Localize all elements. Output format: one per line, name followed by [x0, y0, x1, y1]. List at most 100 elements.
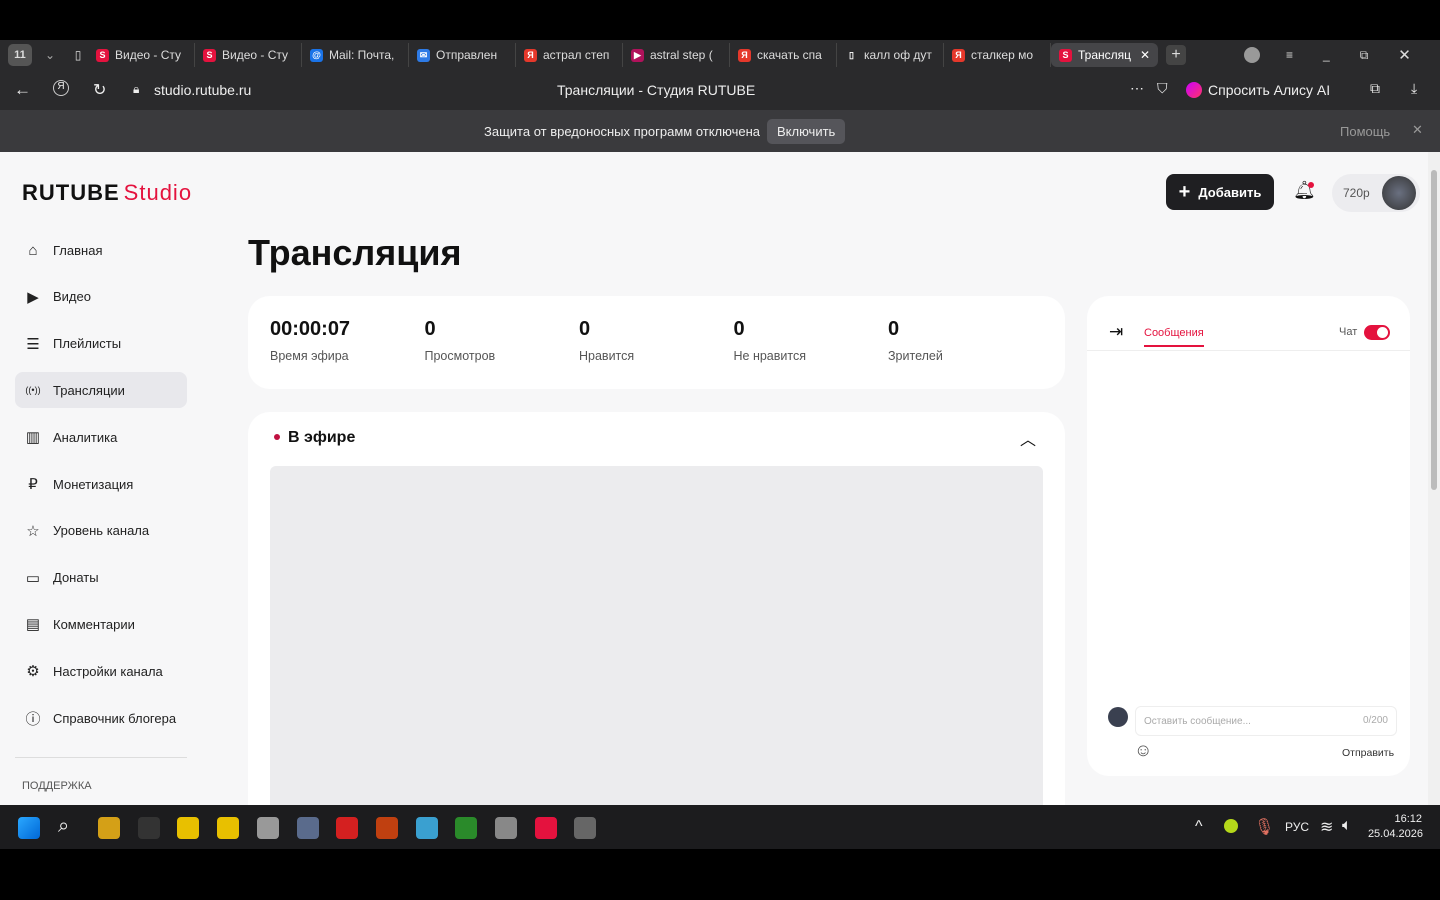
start-icon[interactable]	[18, 817, 40, 839]
clock-time[interactable]: 16:12	[1394, 813, 1422, 825]
sidebar-item-home[interactable]: ⌂ Главная	[15, 232, 187, 268]
tray-app-icon[interactable]	[1224, 819, 1238, 833]
collapse-chat-icon[interactable]: ⇥	[1109, 322, 1123, 342]
sidebar-item-broadcast[interactable]: ((•)) Трансляции	[15, 372, 187, 409]
chat-message-input[interactable]: Оставить сообщение... 0/200	[1135, 706, 1397, 736]
sidebar-item-label: Уровень канала	[53, 523, 150, 539]
yandex-icon[interactable]: Я	[53, 80, 69, 96]
scrollbar[interactable]	[1428, 152, 1440, 805]
emoji-icon[interactable]: ☺	[1134, 740, 1152, 761]
taskbar-app-icon[interactable]	[98, 817, 120, 839]
document-icon[interactable]: ▯	[68, 48, 88, 62]
new-tab-button[interactable]: +	[1166, 45, 1186, 65]
taskbar-app-icon[interactable]	[137, 817, 160, 839]
notification-dot	[1308, 182, 1314, 188]
tab-7[interactable]: ▯ калл оф дут	[837, 43, 944, 67]
close-tab-icon[interactable]: ✕	[1140, 48, 1150, 62]
minimize-icon[interactable]: _	[1323, 48, 1330, 62]
wallet-icon: ▭	[25, 569, 41, 587]
rutube-studio-logo[interactable]: RUTUBE Studio	[22, 180, 192, 206]
back-icon[interactable]: ←	[14, 80, 31, 100]
alice-button[interactable]: Спросить Алису AI	[1186, 78, 1330, 102]
tab-3[interactable]: ✉ Отправлен	[409, 43, 516, 67]
taskbar-app-icon[interactable]	[296, 817, 319, 839]
profile-icon[interactable]	[1244, 47, 1260, 63]
wifi-icon[interactable]: ≋	[1320, 817, 1333, 837]
sidebar-item-label: Видео	[53, 289, 91, 305]
tab-6[interactable]: Яскачать спа	[730, 43, 837, 67]
taskbar-app-icon[interactable]	[415, 817, 438, 839]
video-preview[interactable]	[270, 466, 1043, 805]
tab-1[interactable]: S Видео - Сту	[195, 43, 302, 67]
volume-icon[interactable]: 🔈︎	[1342, 817, 1352, 835]
mail-icon: @	[310, 48, 323, 62]
help-link[interactable]: Помощь	[1340, 124, 1390, 139]
taskbar-app-icon[interactable]	[217, 817, 240, 839]
tab-0[interactable]: S Видео - Сту	[88, 43, 195, 67]
tab-label: Видео - Сту	[115, 48, 182, 62]
stat-item: 0 Не нравится	[734, 318, 807, 363]
info-icon: ⓘ	[25, 710, 41, 728]
tab-counter[interactable]: 11	[8, 44, 32, 66]
language-indicator[interactable]: РУС	[1285, 820, 1309, 834]
chevron-up-icon[interactable]: ^	[1195, 818, 1203, 836]
microphone-icon[interactable]: 🎙︎	[1254, 817, 1274, 837]
download-icon[interactable]: ⤓	[1411, 80, 1417, 97]
sidebar-item-label: Справочник блогера	[53, 710, 177, 726]
sidebar-item-label: Главная	[53, 242, 103, 258]
chat-toggle[interactable]	[1364, 325, 1390, 340]
taskbar-app-icon[interactable]	[336, 817, 359, 839]
analytics-icon: ▥	[25, 429, 41, 447]
lock-icon[interactable]: 🔒︎	[133, 82, 139, 97]
close-notice-icon[interactable]: ✕	[1412, 122, 1423, 138]
send-button[interactable]: Отправить	[1342, 747, 1394, 759]
close-window-icon[interactable]: ✕	[1398, 46, 1411, 64]
restore-icon[interactable]: ⧉	[1360, 48, 1369, 63]
search-icon[interactable]: ⌕	[58, 815, 69, 838]
stat-label: Зрителей	[888, 349, 943, 363]
comment-icon: ▤	[25, 616, 41, 634]
support-heading: ПОДДЕРЖКА	[22, 780, 92, 792]
sidebar-item-wallet[interactable]: ▭ Донаты	[15, 560, 187, 596]
bookmark-icon[interactable]: ⛉	[1157, 80, 1168, 97]
url-field[interactable]: studio.rutube.ru	[154, 82, 251, 98]
sidebar-item-gear[interactable]: ⚙ Настройки канала	[15, 653, 187, 689]
quality-avatar-pill[interactable]: 720p	[1332, 174, 1420, 212]
taskbar: ⌕ ^ 🎙︎ РУС ≋ 🔈︎ 16:12 25.04.2026	[0, 805, 1440, 849]
enable-protection-button[interactable]: Включить	[767, 119, 846, 144]
sidebar-item-ruble[interactable]: ₽ Монетизация	[15, 466, 187, 502]
chevron-down-icon[interactable]: ⌄	[38, 48, 62, 62]
tab-messages[interactable]: Сообщения	[1144, 327, 1204, 347]
extensions-icon[interactable]: ⧉	[1370, 80, 1380, 97]
taskbar-app-icon[interactable]	[534, 817, 557, 839]
more-icon[interactable]: ⋯	[1130, 80, 1144, 97]
tab-8[interactable]: Ясталкер мо	[944, 43, 1051, 67]
taskbar-app-icon[interactable]	[495, 817, 517, 839]
tab-5[interactable]: ▶ astral step (	[623, 43, 730, 67]
notice-text: Защита от вредоносных программ отключена	[484, 124, 761, 139]
address-bar-row: ← Я ↻ 🔒︎ studio.rutube.ru Трансляции - С…	[0, 70, 1440, 110]
taskbar-app-icon[interactable]	[177, 817, 200, 839]
live-dot	[274, 434, 280, 440]
sidebar-item-video[interactable]: ▶ Видео	[15, 279, 187, 315]
add-button[interactable]: + Добавить	[1166, 174, 1274, 210]
document-icon: ▯	[849, 49, 854, 60]
taskbar-app-icon[interactable]	[375, 817, 398, 839]
taskbar-app-icon[interactable]	[256, 817, 279, 839]
taskbar-app-icon[interactable]	[455, 817, 478, 839]
clock-date[interactable]: 25.04.2026	[1368, 828, 1423, 840]
tab-2[interactable]: @ Mail: Почта,	[302, 43, 409, 67]
sidebar-item-star[interactable]: ☆ Уровень канала	[15, 513, 187, 549]
sidebar-item-analytics[interactable]: ▥ Аналитика	[15, 419, 187, 455]
tab-4[interactable]: Яастрал степ	[516, 43, 623, 67]
sidebar-item-playlist[interactable]: ☰ Плейлисты	[15, 326, 187, 362]
sidebar-item-info[interactable]: ⓘ Справочник блогера	[15, 700, 187, 736]
studio-page: RUTUBE Studio + Добавить 🔔︎ 720p ⌂ Главная ▶…	[0, 152, 1440, 805]
chevron-up-icon[interactable]: ︿	[1020, 426, 1036, 450]
tab-9[interactable]: S Трансляц ✕	[1051, 43, 1158, 67]
sidebar-item-comment[interactable]: ▤ Комментарии	[15, 606, 187, 642]
reload-icon[interactable]: ↻	[93, 80, 106, 100]
menu-icon[interactable]: ≡	[1286, 48, 1293, 62]
avatar[interactable]	[1382, 176, 1416, 210]
taskbar-app-icon[interactable]	[574, 817, 597, 839]
